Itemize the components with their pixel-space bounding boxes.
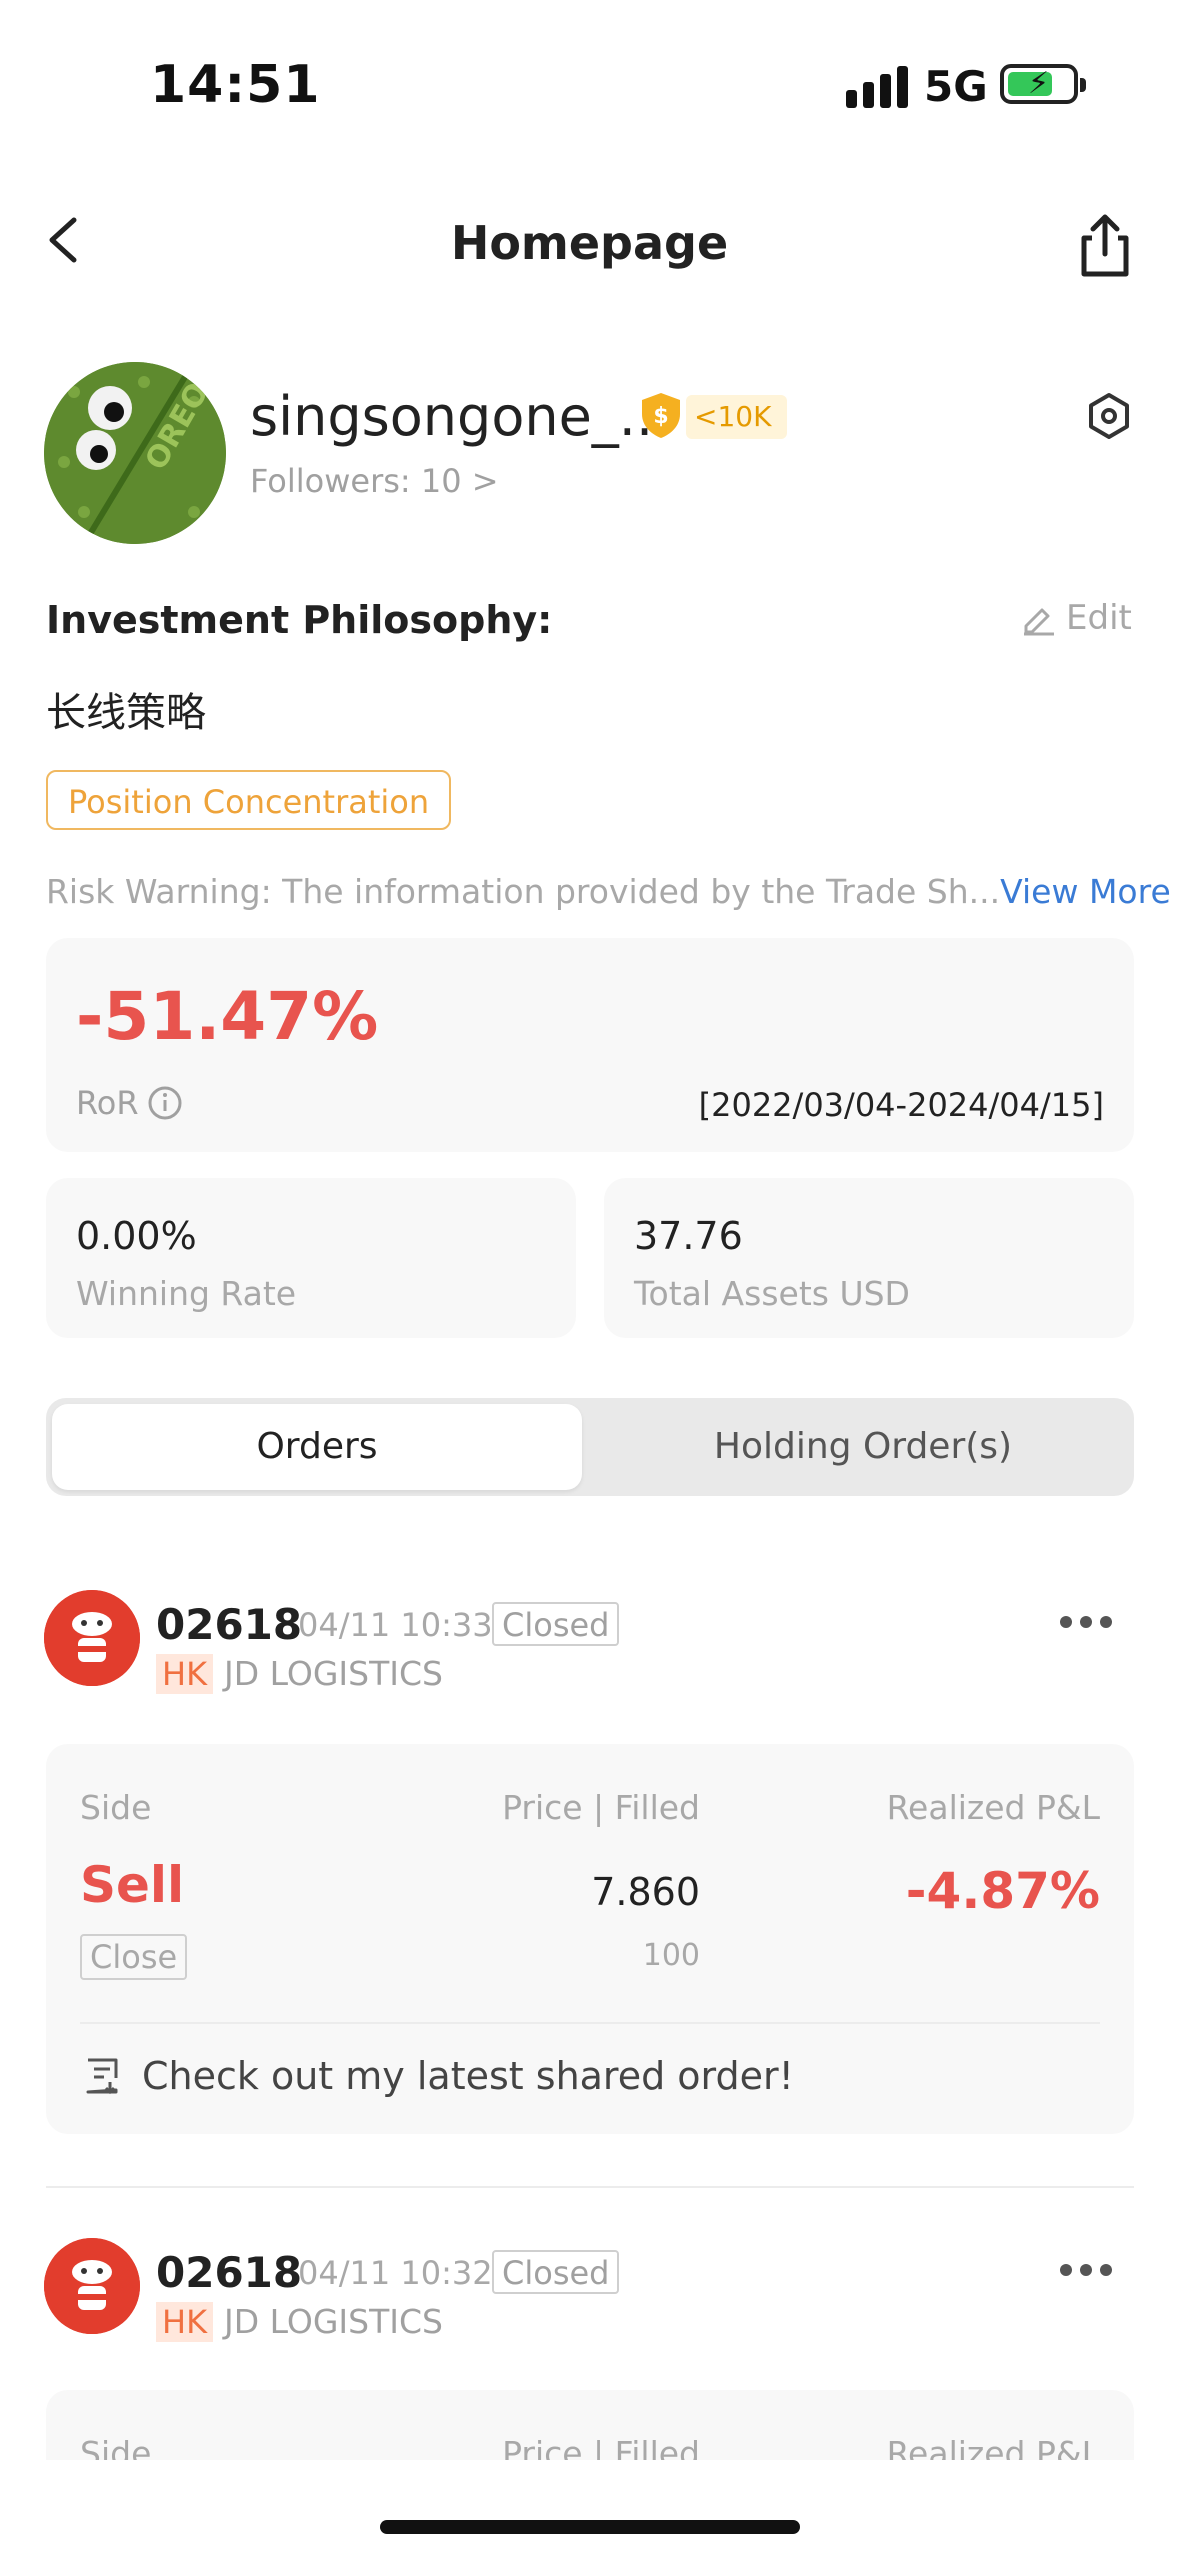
winning-rate-value: 0.00% bbox=[76, 1214, 197, 1258]
philosophy-text: 长线策略 bbox=[46, 690, 206, 736]
home-indicator[interactable] bbox=[380, 2520, 800, 2534]
price-filled-header: Price | Filled bbox=[502, 2434, 700, 2460]
order-price: 7.860 bbox=[591, 1870, 700, 1914]
status-time: 14:51 bbox=[150, 55, 321, 115]
followers-link[interactable]: Followers: 10 > bbox=[250, 462, 499, 500]
order-filled: 100 bbox=[642, 1938, 700, 1973]
note-icon bbox=[86, 2058, 118, 2095]
username: singsongone_... bbox=[250, 385, 671, 448]
ror-label: RoR bbox=[76, 1084, 183, 1122]
market-badge: HK bbox=[156, 2302, 214, 2342]
price-filled-header: Price | Filled bbox=[502, 1788, 700, 1827]
avatar[interactable]: OREO bbox=[44, 362, 226, 544]
total-assets-label: Total Assets USD bbox=[634, 1274, 910, 1313]
side-header: Side bbox=[80, 1788, 152, 1827]
order-stock-code[interactable]: 02618 bbox=[156, 2248, 302, 2297]
edit-button[interactable]: Edit bbox=[1020, 598, 1132, 638]
philosophy-title: Investment Philosophy: bbox=[46, 598, 553, 642]
shield-badge-icon: $ bbox=[636, 390, 686, 440]
ror-card: -51.47% RoR [2022/03/04-2024/04/15] bbox=[46, 938, 1134, 1152]
more-options-icon[interactable] bbox=[1060, 2264, 1112, 2276]
realized-pnl: -4.87% bbox=[905, 1862, 1100, 1920]
order-stock-name: JD LOGISTICS bbox=[224, 1654, 443, 1693]
tab-orders[interactable]: Orders bbox=[52, 1404, 582, 1490]
ror-value: -51.47% bbox=[76, 978, 379, 1055]
level-badge: <10K bbox=[686, 395, 788, 439]
tab-switcher: Orders Holding Order(s) bbox=[46, 1398, 1134, 1496]
risk-warning: Risk Warning: The information provided b… bbox=[46, 872, 1171, 911]
order-time: 04/11 10:32 bbox=[298, 2254, 493, 2292]
stock-logo-icon bbox=[44, 1590, 140, 1686]
info-icon[interactable] bbox=[147, 1085, 183, 1121]
battery-icon: ⚡ bbox=[1000, 64, 1086, 104]
order-side: Sell bbox=[80, 1856, 185, 1914]
realized-pnl-header: Realized P&L bbox=[886, 1788, 1100, 1827]
order-stock-name: JD LOGISTICS bbox=[224, 2302, 443, 2341]
svg-text:$: $ bbox=[653, 404, 668, 429]
risk-warning-text: Risk Warning: The information provided b… bbox=[46, 872, 1001, 911]
order-detail-card[interactable]: Side Price | Filled Realized P&L bbox=[46, 2390, 1134, 2460]
realized-pnl-header: Realized P&L bbox=[886, 2434, 1100, 2460]
tab-holding-orders[interactable]: Holding Order(s) bbox=[598, 1404, 1128, 1490]
divider bbox=[80, 2022, 1100, 2024]
share-note[interactable]: Check out my latest shared order! bbox=[80, 2054, 794, 2098]
ror-date-range: [2022/03/04-2024/04/15] bbox=[698, 1086, 1104, 1124]
side-header: Side bbox=[80, 2434, 152, 2460]
view-more-link[interactable]: View More bbox=[1000, 872, 1171, 911]
edit-label: Edit bbox=[1066, 598, 1132, 638]
ror-label-text: RoR bbox=[76, 1084, 139, 1122]
order-status-badge: Closed bbox=[492, 1602, 620, 1646]
total-assets-value: 37.76 bbox=[634, 1214, 743, 1258]
close-badge: Close bbox=[80, 1934, 188, 1980]
order-stock-code[interactable]: 02618 bbox=[156, 1600, 302, 1649]
winning-rate-card: 0.00% Winning Rate bbox=[46, 1178, 576, 1338]
order-status-badge: Closed bbox=[492, 2250, 620, 2294]
share-note-text: Check out my latest shared order! bbox=[142, 2054, 794, 2098]
order-separator bbox=[46, 2186, 1134, 2188]
share-icon[interactable] bbox=[1070, 210, 1140, 280]
page-title: Homepage bbox=[450, 216, 729, 270]
settings-icon[interactable] bbox=[1085, 392, 1133, 440]
network-label: 5G bbox=[924, 62, 988, 111]
total-assets-card: 37.76 Total Assets USD bbox=[604, 1178, 1134, 1338]
stock-logo-icon bbox=[44, 2238, 140, 2334]
order-time: 04/11 10:33 bbox=[298, 1606, 493, 1644]
signal-icon bbox=[846, 66, 910, 108]
strategy-tag: Position Concentration bbox=[46, 770, 452, 830]
market-badge: HK bbox=[156, 1654, 214, 1694]
order-detail-card[interactable]: Side Price | Filled Realized P&L Sell Cl… bbox=[46, 1744, 1134, 2134]
winning-rate-label: Winning Rate bbox=[76, 1274, 297, 1313]
more-options-icon[interactable] bbox=[1060, 1616, 1112, 1628]
edit-icon bbox=[1024, 608, 1054, 636]
